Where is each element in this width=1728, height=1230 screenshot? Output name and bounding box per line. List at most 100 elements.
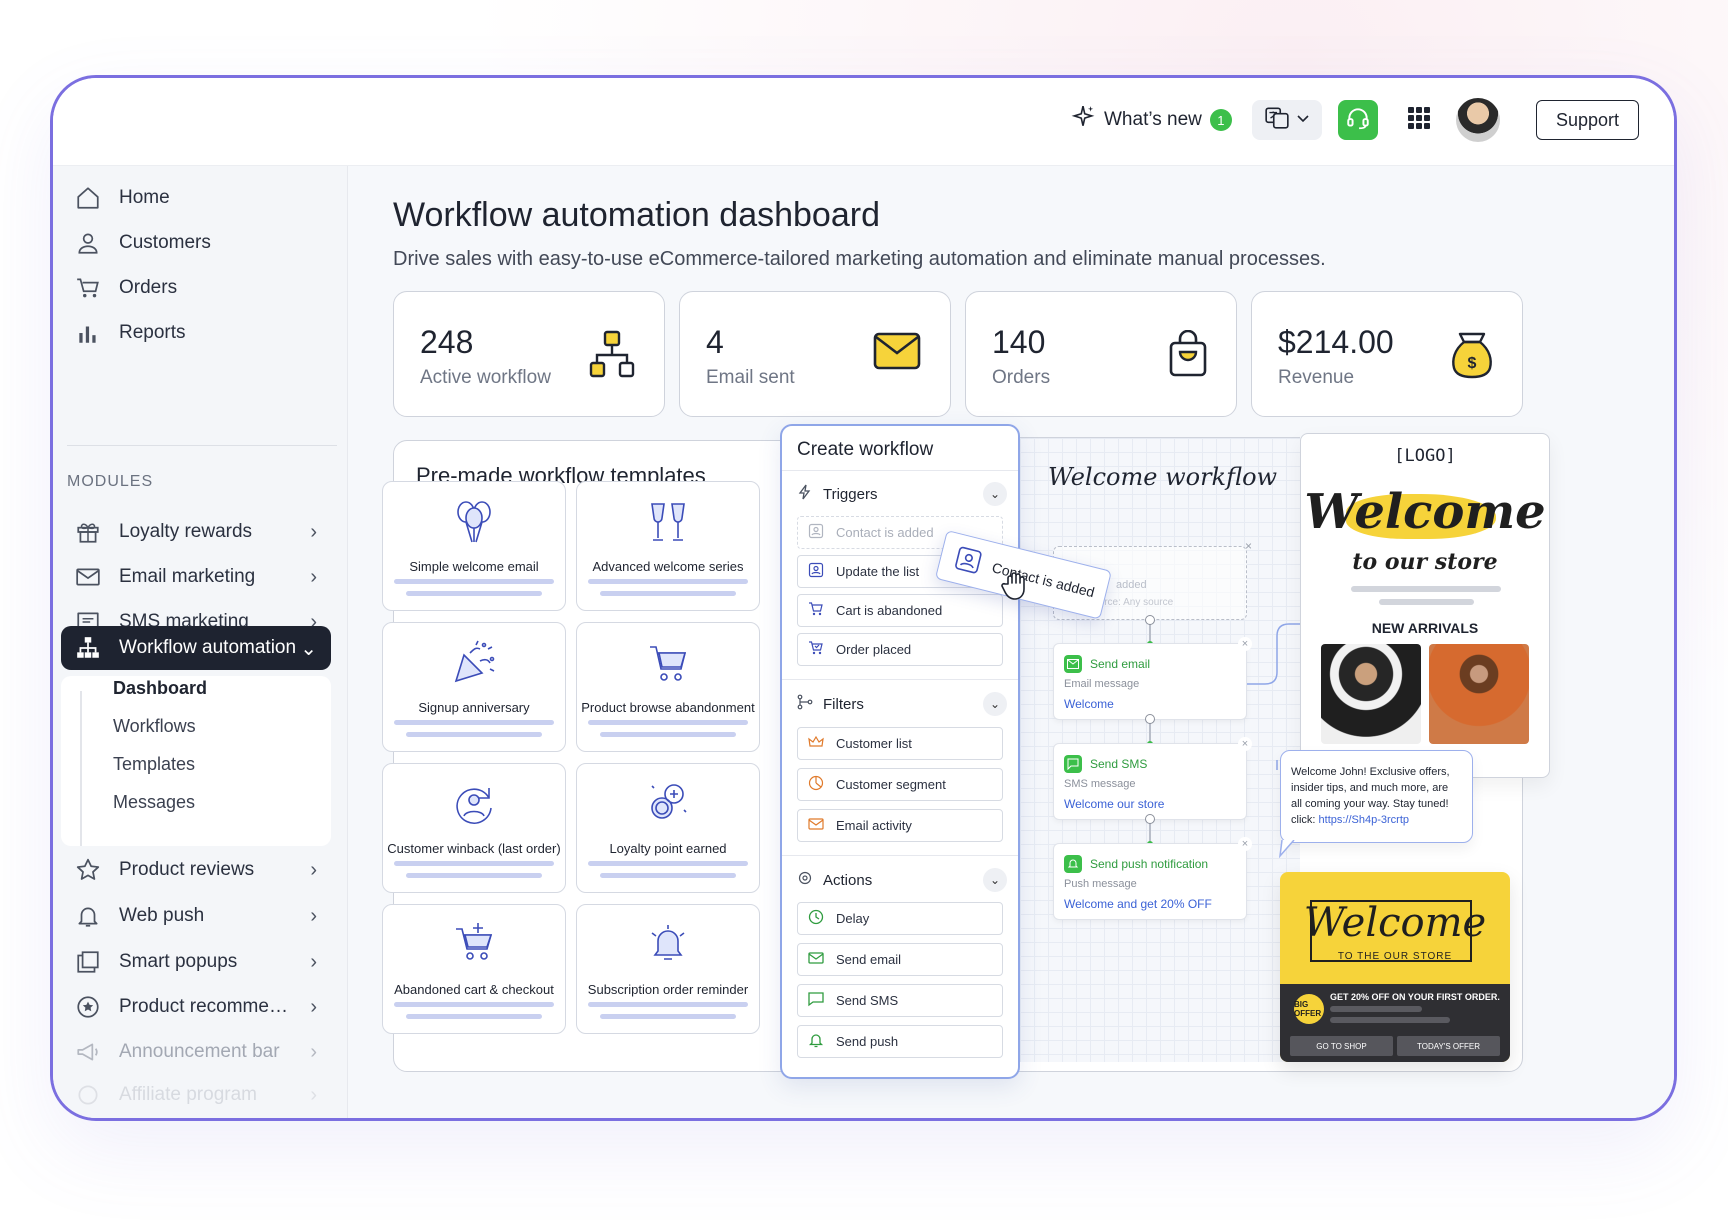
support-button[interactable]: Support: [1536, 100, 1639, 140]
chevron-down-icon[interactable]: ⌄: [983, 482, 1007, 506]
node-subtitle: SMS message: [1064, 778, 1136, 790]
chevron-down-icon[interactable]: ⌄: [983, 868, 1007, 892]
push-node-icon: [1064, 855, 1082, 873]
submenu-item-templates[interactable]: Templates: [113, 754, 195, 775]
template-card-abandoned-cart-checkout[interactable]: Abandoned cart & checkout: [382, 904, 566, 1034]
email-preview[interactable]: [LOGO] Welcome to our store NEW ARRIVALS: [1300, 433, 1550, 778]
sidebar-item-smart-popups[interactable]: Smart popups ›: [61, 940, 331, 984]
filter-customer-list[interactable]: Customer list: [797, 727, 1003, 760]
sidebar-item-product-reviews[interactable]: Product reviews ›: [61, 848, 331, 892]
node-link[interactable]: Welcome our store: [1064, 797, 1164, 811]
workflow-node-send-push[interactable]: Send push notification Push message Welc…: [1053, 837, 1252, 920]
node-link[interactable]: Welcome: [1064, 697, 1114, 711]
apps-grid-button[interactable]: [1401, 102, 1437, 138]
sidebar-item-label: Product reviews: [119, 859, 255, 880]
bar-chart-icon: [71, 320, 105, 346]
sidebar-item-reports[interactable]: Reports: [61, 311, 331, 355]
sidebar-item-loyalty-rewards[interactable]: Loyalty rewards ›: [61, 510, 331, 554]
sidebar-item-customers[interactable]: Customers: [61, 221, 331, 265]
template-name: Simple welcome email: [409, 559, 539, 574]
trigger-order-placed[interactable]: Order placed: [797, 633, 1003, 666]
template-card-simple-welcome-email[interactable]: Simple welcome email: [382, 481, 566, 611]
todays-offer-button[interactable]: TODAY'S OFFER: [1397, 1036, 1500, 1056]
workflow-title: Welcome workflow: [1048, 463, 1278, 491]
placeholder-bar: [600, 591, 736, 596]
star-icon: [71, 857, 105, 883]
sms-preview-bubble[interactable]: Welcome John! Exclusive offers, insider …: [1280, 750, 1473, 843]
template-card-customer-winback[interactable]: Customer winback (last order): [382, 763, 566, 893]
chevron-down-icon[interactable]: ⌄: [983, 692, 1007, 716]
chevron-right-icon: ›: [310, 1040, 317, 1063]
template-card-product-browse-abandonment[interactable]: Product browse abandonment: [576, 622, 760, 752]
triggers-section-header[interactable]: Triggers ⌄: [797, 482, 1007, 506]
close-icon[interactable]: ×: [1245, 539, 1252, 553]
action-send-email[interactable]: Send email: [797, 943, 1003, 976]
sidebar-item-home[interactable]: Home: [61, 176, 331, 220]
push-subheading: TO THE OUR STORE: [1337, 951, 1453, 962]
actions-section-header[interactable]: Actions ⌄: [797, 868, 1007, 892]
submenu-item-messages[interactable]: Messages: [113, 792, 195, 813]
list-update-icon: [808, 562, 824, 581]
trigger-cart-abandoned[interactable]: Cart is abandoned: [797, 594, 1003, 627]
sidebar-item-announcement-bar[interactable]: Announcement bar ›: [61, 1030, 331, 1074]
sidebar-item-workflow-automation[interactable]: Workflow automation ⌄: [61, 626, 331, 670]
node-link[interactable]: Welcome and get 20% OFF: [1064, 897, 1212, 911]
whats-new-button[interactable]: What’s new 1: [1070, 100, 1232, 140]
user-avatar[interactable]: [1456, 98, 1500, 142]
sms-link[interactable]: https://Sh4p-3rcrtp: [1319, 814, 1410, 826]
close-icon[interactable]: ×: [1238, 837, 1252, 851]
whats-new-label: What’s new: [1104, 109, 1202, 130]
action-delay[interactable]: Delay: [797, 902, 1003, 935]
pie-icon: [808, 775, 824, 794]
workflow-icon: [588, 330, 636, 385]
chevron-right-icon: ›: [310, 995, 317, 1018]
stat-card-email-sent[interactable]: 4 Email sent: [679, 291, 951, 417]
sidebar-item-orders[interactable]: Orders: [61, 266, 331, 310]
template-name: Loyalty point earned: [609, 841, 727, 856]
template-card-loyalty-point-earned[interactable]: Loyalty point earned: [576, 763, 760, 893]
divider: [782, 855, 1018, 856]
section-label: Actions: [823, 871, 873, 889]
language-selector[interactable]: [1252, 100, 1322, 140]
node-title: Send SMS: [1090, 757, 1148, 771]
template-card-advanced-welcome-series[interactable]: Advanced welcome series: [576, 481, 760, 611]
stat-card-active-workflow[interactable]: 248 Active workflow: [393, 291, 665, 417]
stat-card-revenue[interactable]: $214.00 Revenue $: [1251, 291, 1523, 417]
sidebar-item-product-recommendations[interactable]: Product recomme… ›: [61, 985, 331, 1029]
go-to-shop-button[interactable]: GO TO SHOP: [1290, 1036, 1393, 1056]
placeholder-bar: [600, 732, 736, 737]
shopping-bag-icon: [1168, 329, 1208, 383]
sidebar-item-email-marketing[interactable]: Email marketing ›: [61, 555, 331, 599]
affiliate-icon: [71, 1082, 105, 1108]
workflow-node-send-sms[interactable]: Send SMS SMS message Welcome our store ×: [1053, 737, 1252, 820]
help-headset-button[interactable]: [1338, 100, 1378, 140]
submenu-item-dashboard[interactable]: Dashboard: [113, 678, 207, 699]
create-workflow-panel: Create workflow Triggers ⌄ Contact is ad…: [780, 424, 1020, 1079]
template-card-subscription-order-reminder[interactable]: Subscription order reminder: [576, 904, 760, 1034]
chevron-down-icon: ⌄: [300, 637, 317, 660]
stat-label: Orders: [992, 367, 1051, 388]
sidebar-item-affiliate-program[interactable]: Affiliate program ›: [61, 1073, 331, 1117]
chevron-right-icon: ›: [310, 858, 317, 881]
template-card-signup-anniversary[interactable]: Signup anniversary: [382, 622, 566, 752]
home-icon: [71, 185, 105, 211]
filters-section-header[interactable]: Filters ⌄: [797, 692, 1007, 716]
user-icon: [71, 230, 105, 256]
action-send-sms[interactable]: Send SMS: [797, 984, 1003, 1017]
push-notification-preview[interactable]: Welcome TO THE OUR STORE BIG OFFER GET 2…: [1280, 872, 1510, 1062]
chevron-down-icon: [1296, 111, 1310, 130]
node-title: Send email: [1090, 657, 1151, 671]
filter-customer-segment[interactable]: Customer segment: [797, 768, 1003, 801]
action-send-push[interactable]: Send push: [797, 1025, 1003, 1058]
sidebar-item-web-push[interactable]: Web push ›: [61, 894, 331, 938]
template-name: Abandoned cart & checkout: [394, 982, 554, 997]
placeholder-bar: [394, 720, 554, 725]
workflow-node-send-email[interactable]: Send email Email message Welcome ×: [1053, 637, 1252, 720]
section-label: Filters: [823, 695, 864, 713]
cart-check-icon: [808, 640, 824, 659]
stat-card-orders[interactable]: 140 Orders: [965, 291, 1237, 417]
submenu-item-workflows[interactable]: Workflows: [113, 716, 196, 737]
filter-email-activity[interactable]: Email activity: [797, 809, 1003, 842]
connector-dot: [1145, 714, 1155, 724]
sidebar-item-label: Home: [119, 187, 170, 208]
